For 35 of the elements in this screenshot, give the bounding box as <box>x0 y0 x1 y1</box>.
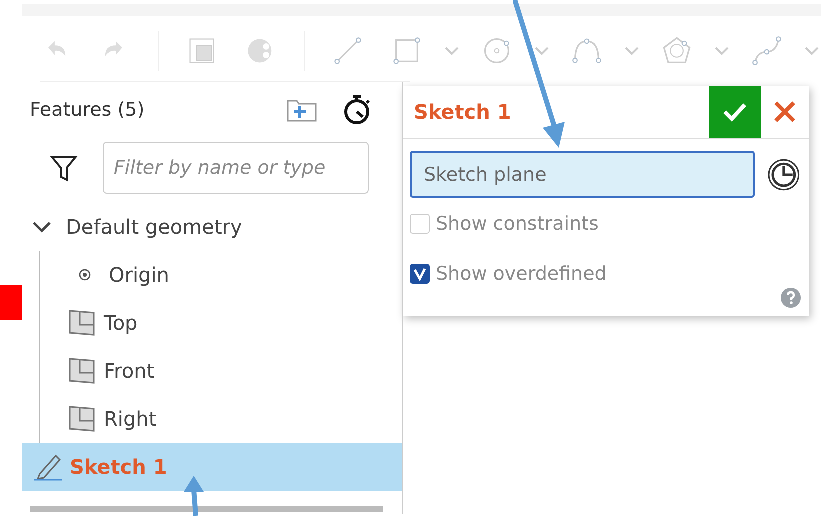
caret-icon[interactable] <box>534 46 550 56</box>
scrollbar[interactable] <box>30 506 383 512</box>
sketch-plane-field[interactable]: Sketch plane <box>410 151 756 198</box>
stopwatch-icon[interactable] <box>342 94 372 126</box>
caret-icon[interactable] <box>714 46 730 56</box>
caret-icon[interactable] <box>804 46 820 56</box>
close-icon[interactable] <box>773 100 797 124</box>
plane-icon <box>68 357 96 385</box>
close-button[interactable] <box>761 86 809 138</box>
checkbox-label: Show overdefined <box>436 263 607 285</box>
caret-icon[interactable] <box>624 46 640 56</box>
pencil-icon <box>32 452 64 482</box>
help-icon[interactable] <box>781 288 801 308</box>
line-icon[interactable] <box>332 35 364 67</box>
rectangle-icon[interactable] <box>391 35 423 67</box>
filter-icon[interactable] <box>50 154 78 182</box>
plane-icon <box>68 405 96 433</box>
caret-icon[interactable] <box>444 46 460 56</box>
panel-title: Features (5) <box>30 99 146 121</box>
spline-icon[interactable] <box>751 35 783 67</box>
chevron-icon[interactable] <box>32 220 52 234</box>
clock-icon[interactable] <box>767 158 801 192</box>
accept-button[interactable] <box>709 86 761 138</box>
tree-item[interactable]: Front <box>40 347 402 395</box>
origin-icon <box>78 268 92 282</box>
tree-item[interactable]: Origin <box>40 251 402 299</box>
plane-icon <box>68 309 96 337</box>
tree-item[interactable]: Default geometry <box>22 203 402 251</box>
checkbox-label: Show constraints <box>436 213 599 235</box>
dialog-title: Sketch 1 <box>413 100 512 124</box>
checkbox[interactable] <box>410 264 430 284</box>
tree-item[interactable]: Right <box>40 395 402 443</box>
tree-item[interactable]: Top <box>40 299 402 347</box>
filter-field[interactable]: Filter by name or type <box>103 142 369 194</box>
annotation-marker <box>0 285 22 320</box>
